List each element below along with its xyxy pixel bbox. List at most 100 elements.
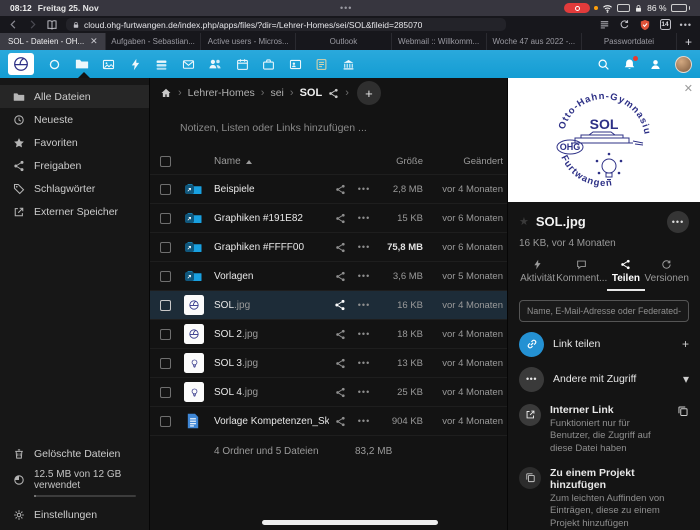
- row-actions-icon[interactable]: •••: [351, 387, 377, 397]
- tab-activity[interactable]: Aktivität: [519, 259, 556, 291]
- files-icon[interactable]: [75, 57, 89, 71]
- new-tab-button[interactable]: +: [676, 33, 700, 50]
- calendar-icon[interactable]: [236, 58, 249, 71]
- file-row[interactable]: SOL 4.jpg ••• 25 KB vor 4 Monaten: [150, 377, 507, 406]
- row-actions-icon[interactable]: •••: [351, 416, 377, 426]
- share-icon[interactable]: [329, 271, 351, 282]
- activity-icon[interactable]: [129, 58, 142, 71]
- row-checkbox[interactable]: [160, 416, 171, 427]
- user-avatar[interactable]: [675, 56, 692, 73]
- share-link-row[interactable]: Link teilen +: [519, 332, 689, 357]
- row-checkbox[interactable]: [160, 300, 171, 311]
- breadcrumb-current[interactable]: SOL: [300, 87, 323, 99]
- tab-comments[interactable]: Komment...: [556, 259, 607, 291]
- address-bar[interactable]: cloud.ohg-furtwangen.de/index.php/apps/f…: [66, 18, 506, 31]
- share-icon[interactable]: [329, 213, 351, 224]
- ohg-logo[interactable]: [8, 53, 34, 75]
- add-link-share-icon[interactable]: +: [682, 337, 689, 351]
- tab[interactable]: Webmail :: Willkomm...: [391, 33, 486, 50]
- file-row[interactable]: Vorlage Kompetenzen_Sketch ....docx ••• …: [150, 406, 507, 435]
- sidebar-item-external-storage[interactable]: Externer Speicher: [0, 200, 149, 223]
- row-actions-icon[interactable]: •••: [351, 271, 377, 281]
- row-checkbox[interactable]: [160, 387, 171, 398]
- tab[interactable]: Aufgaben - Sebastian...: [105, 33, 200, 50]
- sidebar-item-trash[interactable]: Gelöschte Dateien: [0, 442, 149, 465]
- back-button[interactable]: [8, 19, 19, 30]
- workspace-note-placeholder[interactable]: Notizen, Listen oder Links hinzufügen ..…: [150, 108, 507, 148]
- others-with-access-row[interactable]: ••• Andere mit Zugriff ▾: [519, 367, 689, 392]
- row-checkbox[interactable]: [160, 271, 171, 282]
- column-modified[interactable]: Geändert: [427, 156, 503, 167]
- file-row[interactable]: SOL 2.jpg ••• 18 KB vor 4 Monaten: [150, 319, 507, 348]
- expand-chevron-icon[interactable]: ▾: [683, 372, 689, 386]
- home-icon[interactable]: [160, 87, 172, 99]
- tab[interactable]: Outlook: [295, 33, 390, 50]
- reader-icon[interactable]: [599, 19, 610, 30]
- share-recipient-input[interactable]: [519, 300, 689, 322]
- column-name[interactable]: Name: [214, 156, 329, 167]
- courses-icon[interactable]: [342, 58, 355, 71]
- tab[interactable]: Passwortdatei: [581, 33, 676, 50]
- breadcrumb-share-icon[interactable]: [328, 88, 339, 99]
- screen-recording-indicator[interactable]: [564, 3, 590, 13]
- deck-icon[interactable]: [155, 58, 168, 71]
- search-icon[interactable]: [597, 58, 610, 71]
- photos-icon[interactable]: [102, 58, 115, 71]
- tab-active[interactable]: SOL - Dateien - OH... ✕: [0, 33, 105, 50]
- tasks-icon[interactable]: [262, 58, 275, 71]
- row-checkbox[interactable]: [160, 329, 171, 340]
- share-icon[interactable]: [329, 358, 351, 369]
- row-actions-icon[interactable]: •••: [351, 329, 377, 339]
- share-icon[interactable]: [329, 387, 351, 398]
- tab-sharing[interactable]: Teilen: [607, 259, 644, 291]
- adblock-shield-icon[interactable]: [639, 19, 651, 31]
- internal-link-row[interactable]: Interner Link Funktioniert nur für Benut…: [519, 404, 689, 455]
- add-new-button[interactable]: +: [357, 81, 381, 105]
- dashboard-icon[interactable]: [48, 58, 61, 71]
- add-to-project-row[interactable]: Zu einem Projekt hinzufügen Zum leichten…: [519, 467, 689, 530]
- file-row[interactable]: SOL 3.jpg ••• 13 KB vor 4 Monaten: [150, 348, 507, 377]
- close-details-icon[interactable]: ✕: [684, 82, 693, 95]
- sidebar-item-tags[interactable]: Schlagwörter: [0, 177, 149, 200]
- copy-link-icon[interactable]: [677, 405, 689, 417]
- tab[interactable]: Active users - Micros...: [200, 33, 295, 50]
- share-icon[interactable]: [329, 329, 351, 340]
- forward-button[interactable]: [27, 19, 38, 30]
- file-row-selected[interactable]: SOL.jpg ••• 16 KB vor 4 Monaten: [150, 290, 507, 319]
- sidebar-item-settings[interactable]: Einstellungen: [0, 503, 149, 526]
- row-actions-icon[interactable]: •••: [351, 300, 377, 310]
- column-size[interactable]: Größe: [377, 156, 427, 167]
- notes-icon[interactable]: [315, 58, 328, 71]
- row-checkbox[interactable]: [160, 213, 171, 224]
- notifications-bell-icon[interactable]: [623, 58, 636, 71]
- reload-icon[interactable]: [619, 19, 630, 30]
- tab-versions[interactable]: Versionen: [645, 259, 689, 291]
- close-tab-icon[interactable]: ✕: [90, 36, 98, 47]
- file-row[interactable]: Graphiken #191E82 ••• 15 KB vor 6 Monate…: [150, 203, 507, 232]
- row-actions-icon[interactable]: •••: [351, 184, 377, 194]
- tabs-button[interactable]: 14: [660, 19, 671, 30]
- contacts-icon[interactable]: [208, 57, 222, 71]
- file-row[interactable]: Beispiele ••• 2,8 MB vor 4 Monaten: [150, 174, 507, 203]
- contacts-menu-icon[interactable]: [649, 58, 662, 71]
- row-actions-icon[interactable]: •••: [351, 358, 377, 368]
- share-icon[interactable]: [329, 242, 351, 253]
- share-icon[interactable]: [329, 184, 351, 195]
- mail-icon[interactable]: [182, 58, 195, 71]
- home-indicator[interactable]: [262, 520, 438, 525]
- row-checkbox[interactable]: [160, 184, 171, 195]
- favorite-star-icon[interactable]: ★: [519, 215, 529, 228]
- row-actions-icon[interactable]: •••: [351, 213, 377, 223]
- row-checkbox[interactable]: [160, 242, 171, 253]
- file-row[interactable]: Vorlagen ••• 3,6 MB vor 5 Monaten: [150, 261, 507, 290]
- browser-more-icon[interactable]: •••: [680, 20, 692, 30]
- bookmarks-icon[interactable]: [46, 19, 58, 31]
- share-icon[interactable]: [329, 416, 351, 427]
- sidebar-item-favorites[interactable]: Favoriten: [0, 131, 149, 154]
- row-checkbox[interactable]: [160, 358, 171, 369]
- breadcrumb-item[interactable]: sei: [270, 87, 283, 99]
- tab[interactable]: Woche 47 aus 2022 -...: [486, 33, 581, 50]
- row-actions-icon[interactable]: •••: [351, 242, 377, 252]
- office-icon[interactable]: [289, 58, 302, 71]
- details-actions-button[interactable]: •••: [667, 211, 689, 233]
